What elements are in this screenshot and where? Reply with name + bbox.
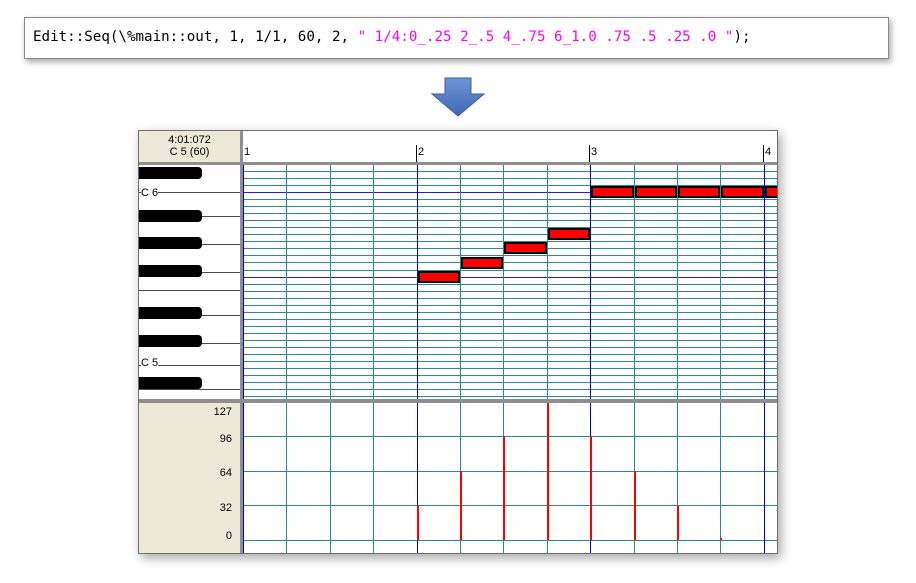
black-key[interactable] <box>139 307 202 319</box>
note-block[interactable] <box>634 186 677 198</box>
black-key[interactable] <box>139 335 202 347</box>
key-label-c6: C 6 <box>141 187 159 199</box>
black-key[interactable] <box>139 265 202 277</box>
key-label-c5: C 5 <box>141 357 159 369</box>
time-readout: 4:01:072 <box>168 134 211 146</box>
code-suffix: ); <box>733 29 751 45</box>
ruler-label-bar-4: 4 <box>765 146 772 158</box>
velocity-label-96: 96 <box>219 433 232 445</box>
note-block[interactable] <box>417 270 460 283</box>
black-key[interactable] <box>139 167 202 179</box>
velocity-graph <box>243 403 777 553</box>
code-prefix: Edit::Seq(\%main::out, 1, 1/1, 60, 2, <box>33 29 358 45</box>
black-key[interactable] <box>139 210 202 222</box>
note-block[interactable] <box>461 256 504 269</box>
piano-roll-grid[interactable] <box>243 165 777 399</box>
note-block[interactable] <box>547 228 591 241</box>
piano-roll-editor: 4:01:072 C 5 (60) 1 2 3 4 C 6 C 5 127 96… <box>138 130 778 554</box>
note-block[interactable] <box>591 186 634 198</box>
note-block[interactable] <box>678 186 721 198</box>
velocity-label-32: 32 <box>219 502 232 514</box>
velocity-label-127: 127 <box>213 406 232 418</box>
white-key-divider <box>139 389 240 390</box>
ruler-label-bar-2: 2 <box>418 146 425 158</box>
down-arrow-icon <box>430 77 486 117</box>
notes-layer <box>243 165 777 399</box>
piano-keyboard[interactable]: C 6 C 5 <box>139 165 240 399</box>
note-block[interactable] <box>504 242 547 255</box>
ruler-label-bar-3: 3 <box>591 146 598 158</box>
note-block[interactable] <box>764 186 777 198</box>
timeline-ruler[interactable]: 1 2 3 4 <box>242 131 777 162</box>
code-line: Edit::Seq(\%main::out, 1, 1/1, 60, 2, " … <box>33 29 751 45</box>
black-key[interactable] <box>139 237 202 249</box>
ruler-label-bar-1: 1 <box>244 146 251 158</box>
ruler-ticks <box>242 145 764 162</box>
white-key-divider <box>139 290 240 291</box>
code-string-literal: " 1/4:0_.25 2_.5 4_.75 6_1.0 .75 .5 .25 … <box>357 29 734 45</box>
velocity-label-64: 64 <box>219 467 232 479</box>
black-key[interactable] <box>139 377 202 389</box>
velocity-lane[interactable] <box>243 403 777 553</box>
position-display: 4:01:072 C 5 (60) <box>139 131 240 162</box>
pitch-readout: C 5 (60) <box>169 146 210 158</box>
velocity-scale: 127 96 64 32 0 <box>139 403 240 553</box>
velocity-label-0: 0 <box>225 530 232 542</box>
note-block[interactable] <box>721 186 764 198</box>
code-box: Edit::Seq(\%main::out, 1, 1/1, 60, 2, " … <box>24 17 889 59</box>
